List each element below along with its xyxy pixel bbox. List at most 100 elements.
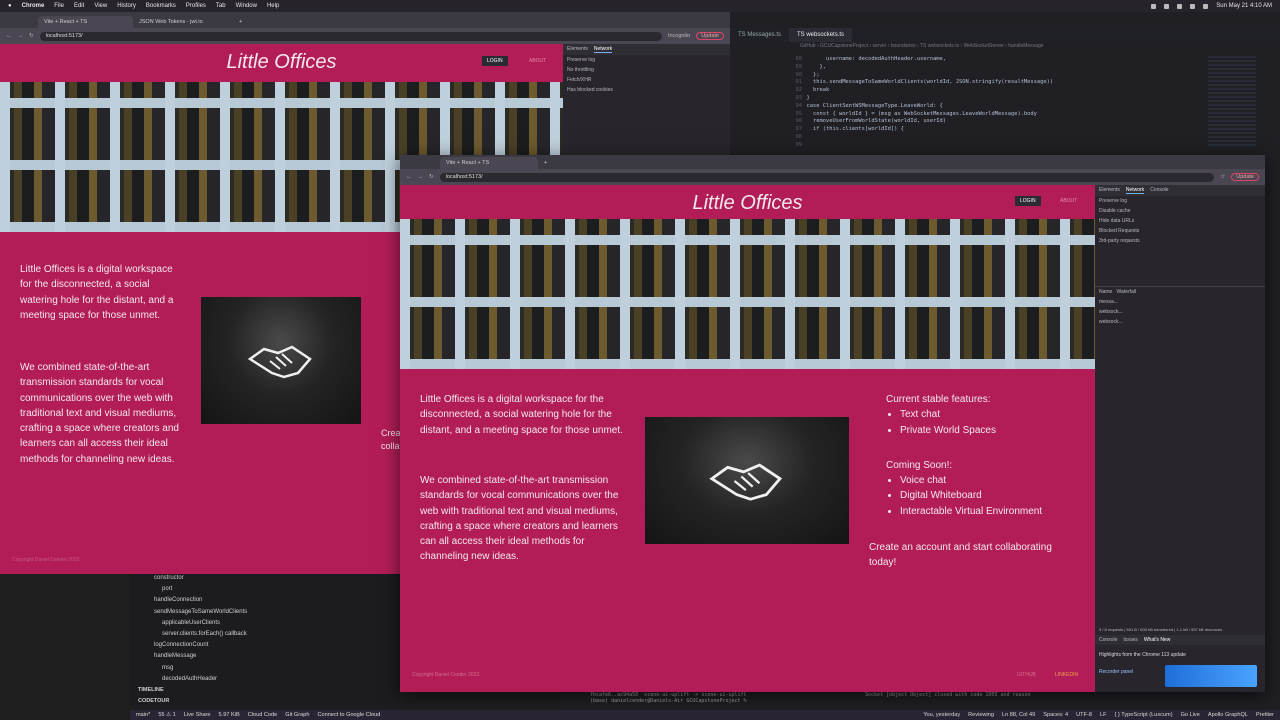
network-row[interactable]: messa... (1095, 297, 1265, 307)
status-item[interactable]: You, yesterday (923, 712, 960, 718)
battery-icon[interactable] (1203, 3, 1209, 9)
drawer-tab[interactable]: Console (1099, 637, 1117, 643)
column-header[interactable]: Waterfall (1117, 289, 1137, 295)
recorder-label[interactable]: Recorder panel (1095, 667, 1155, 677)
status-item[interactable]: Connect to Google Cloud (317, 712, 380, 718)
status-icon[interactable] (1177, 3, 1183, 9)
status-item[interactable]: Ln 88, Col 49 (1002, 712, 1035, 718)
menu-file[interactable]: File (54, 3, 64, 9)
site-logo[interactable]: Little Offices (0, 51, 563, 74)
status-item[interactable]: Cloud Code (248, 712, 278, 718)
site-logo[interactable]: Little Offices (400, 192, 1095, 215)
status-item[interactable]: Reviewing (968, 712, 994, 718)
login-button[interactable]: LOGIN (482, 56, 508, 66)
browser-tab[interactable]: JSON Web Tokens - jwt.io (133, 16, 233, 28)
column-header[interactable]: Name (1099, 289, 1112, 295)
devtools-option[interactable]: Disable cache (1095, 206, 1265, 216)
star-icon[interactable]: ☆ (1220, 174, 1225, 180)
status-item[interactable]: Prettier (1256, 712, 1274, 718)
browser-tab[interactable]: Vite + React + TS (440, 157, 538, 169)
editor-tab-websockets[interactable]: TS websockets.ts (789, 28, 853, 42)
forward-icon[interactable]: → (18, 33, 24, 39)
editor-tab-messages[interactable]: TS Messages.ts (730, 32, 789, 38)
apple-icon[interactable]: ● (8, 3, 12, 9)
network-row[interactable]: websock... (1095, 317, 1265, 327)
outline-item[interactable]: CODETOUR (130, 696, 400, 707)
code-line[interactable]: }; (800, 72, 1200, 80)
minimap[interactable] (1208, 56, 1256, 146)
code-line[interactable]: if (this.clients[worldId]) { (800, 126, 1200, 134)
forward-icon[interactable]: → (418, 174, 424, 180)
outline-item[interactable]: constructor (130, 573, 400, 584)
outline-item[interactable]: port (130, 584, 400, 595)
menu-chrome[interactable]: Chrome (22, 3, 45, 9)
reload-icon[interactable]: ↻ (29, 33, 34, 39)
browser-tab[interactable]: Vite + React + TS (38, 16, 133, 28)
outline-item[interactable]: logConnectionCount (130, 640, 400, 651)
update-button[interactable]: Update (1231, 173, 1259, 181)
menu-window[interactable]: Window (236, 3, 257, 9)
devtools-option[interactable]: Blocked Requests (1095, 226, 1265, 236)
status-icon[interactable] (1151, 3, 1157, 9)
status-item[interactable]: Spaces: 4 (1043, 712, 1068, 718)
incognito-label[interactable]: Incognito (668, 33, 690, 39)
code-line[interactable]: case ClientSentWSMessageType.LeaveWorld:… (800, 103, 1200, 111)
devtools-option[interactable]: Preserve log (563, 55, 730, 65)
back-icon[interactable]: ← (406, 174, 412, 180)
menu-bookmarks[interactable]: Bookmarks (146, 3, 176, 9)
code-line[interactable]: removeUserFromWorldState(worldId, userId… (800, 118, 1200, 126)
outline-item[interactable]: msg (130, 663, 400, 674)
status-item[interactable]: 5.97 KiB (219, 712, 240, 718)
devtools-tab[interactable]: Network (593, 46, 613, 53)
outline-item[interactable]: sendMessageToSameWorldClients (130, 607, 400, 618)
status-item[interactable]: Apollo GraphQL (1208, 712, 1248, 718)
about-link[interactable]: ABOUT (1055, 196, 1082, 206)
devtools-tab[interactable]: Network (1125, 187, 1145, 194)
login-button[interactable]: LOGIN (1015, 196, 1041, 206)
new-tab-button[interactable]: + (538, 157, 553, 169)
status-item[interactable]: LF (1100, 712, 1107, 718)
reload-icon[interactable]: ↻ (429, 174, 434, 180)
status-item[interactable]: Live Share (184, 712, 211, 718)
menu-tab[interactable]: Tab (216, 3, 226, 9)
devtools-tab[interactable]: Elements (1099, 187, 1120, 194)
outline-item[interactable]: handleMessage (130, 651, 400, 662)
new-tab-button[interactable]: + (233, 16, 248, 28)
menubar-datetime[interactable]: Sun May 21 4:10 AM (1216, 3, 1272, 9)
devtools-option[interactable]: Has blocked cookies (563, 85, 730, 95)
code-line[interactable]: this.sendMessageToSameWorldClients(world… (800, 79, 1200, 87)
github-link[interactable]: GITHUB (1017, 672, 1036, 678)
network-row[interactable]: websock... (1095, 307, 1265, 317)
menu-history[interactable]: History (117, 3, 136, 9)
about-link[interactable]: ABOUT (524, 56, 551, 66)
status-icon[interactable] (1164, 3, 1170, 9)
status-item[interactable]: Git Graph (285, 712, 309, 718)
update-button[interactable]: Update (696, 32, 724, 40)
drawer-tab[interactable]: What's New (1144, 637, 1171, 643)
devtools-filter[interactable]: Fetch/XHR (563, 75, 730, 85)
devtools-option[interactable]: Hide data URLs (1095, 216, 1265, 226)
devtools-option[interactable]: 3rd-party requests (1095, 236, 1265, 246)
devtools-tab[interactable]: Elements (567, 46, 588, 53)
code-line[interactable]: break (800, 87, 1200, 95)
outline-item[interactable]: handleConnection (130, 595, 400, 606)
wifi-icon[interactable] (1190, 3, 1196, 9)
menu-view[interactable]: View (94, 3, 107, 9)
status-item[interactable]: { } TypeScript (Luxcum) (1115, 712, 1173, 718)
status-item[interactable]: UTF-8 (1076, 712, 1092, 718)
devtools-option[interactable]: Preserve log (1095, 196, 1265, 206)
status-item[interactable]: 55 ⚠ 1 (158, 712, 175, 718)
outline-item[interactable]: applicableUserClients (130, 618, 400, 629)
devtools-option[interactable]: No throttling (563, 65, 730, 75)
menu-help[interactable]: Help (267, 3, 279, 9)
linkedin-link[interactable]: LINKEDIN (1055, 672, 1078, 678)
outline-item[interactable]: decodedAuthHeader (130, 674, 400, 685)
code-editor[interactable]: username: decodedAuthHeader.username, },… (800, 56, 1200, 156)
code-line[interactable]: }, (800, 64, 1200, 72)
devtools-tab[interactable]: Console (1150, 187, 1168, 194)
status-item[interactable]: main* (136, 712, 150, 718)
address-bar[interactable]: localhost:5173/ (439, 172, 1215, 182)
outline-item[interactable]: TIMELINE (130, 685, 400, 696)
outline-item[interactable]: server.clients.forEach() callback (130, 629, 400, 640)
back-icon[interactable]: ← (6, 33, 12, 39)
